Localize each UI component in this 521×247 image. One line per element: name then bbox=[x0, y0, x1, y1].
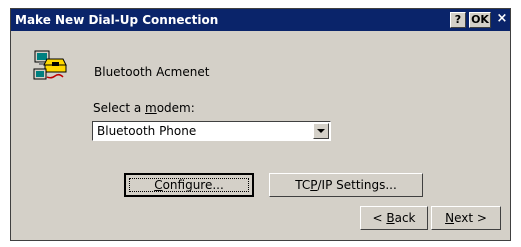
modem-select[interactable]: Bluetooth Phone bbox=[92, 121, 331, 141]
next-button[interactable]: Next > bbox=[431, 206, 501, 230]
back-button[interactable]: < Back bbox=[360, 206, 428, 230]
ok-button[interactable]: OK bbox=[469, 12, 491, 28]
connection-name: Bluetooth Acmenet bbox=[94, 65, 210, 79]
window-title: Make New Dial-Up Connection bbox=[15, 13, 219, 27]
modem-label: Select a modem: bbox=[93, 101, 195, 115]
help-button[interactable]: ? bbox=[450, 12, 466, 28]
modem-select-value: Bluetooth Phone bbox=[97, 124, 197, 138]
dialup-connection-icon bbox=[33, 49, 69, 83]
tcpip-settings-button[interactable]: TCP/IP Settings... bbox=[269, 173, 423, 197]
chevron-down-icon[interactable] bbox=[313, 123, 329, 139]
title-bar: Make New Dial-Up Connection ? OK × bbox=[11, 9, 510, 31]
dialup-dialog: Make New Dial-Up Connection ? OK × Bluet… bbox=[10, 8, 511, 241]
configure-button[interactable]: Configure... bbox=[124, 173, 254, 197]
close-button[interactable]: × bbox=[494, 12, 510, 28]
